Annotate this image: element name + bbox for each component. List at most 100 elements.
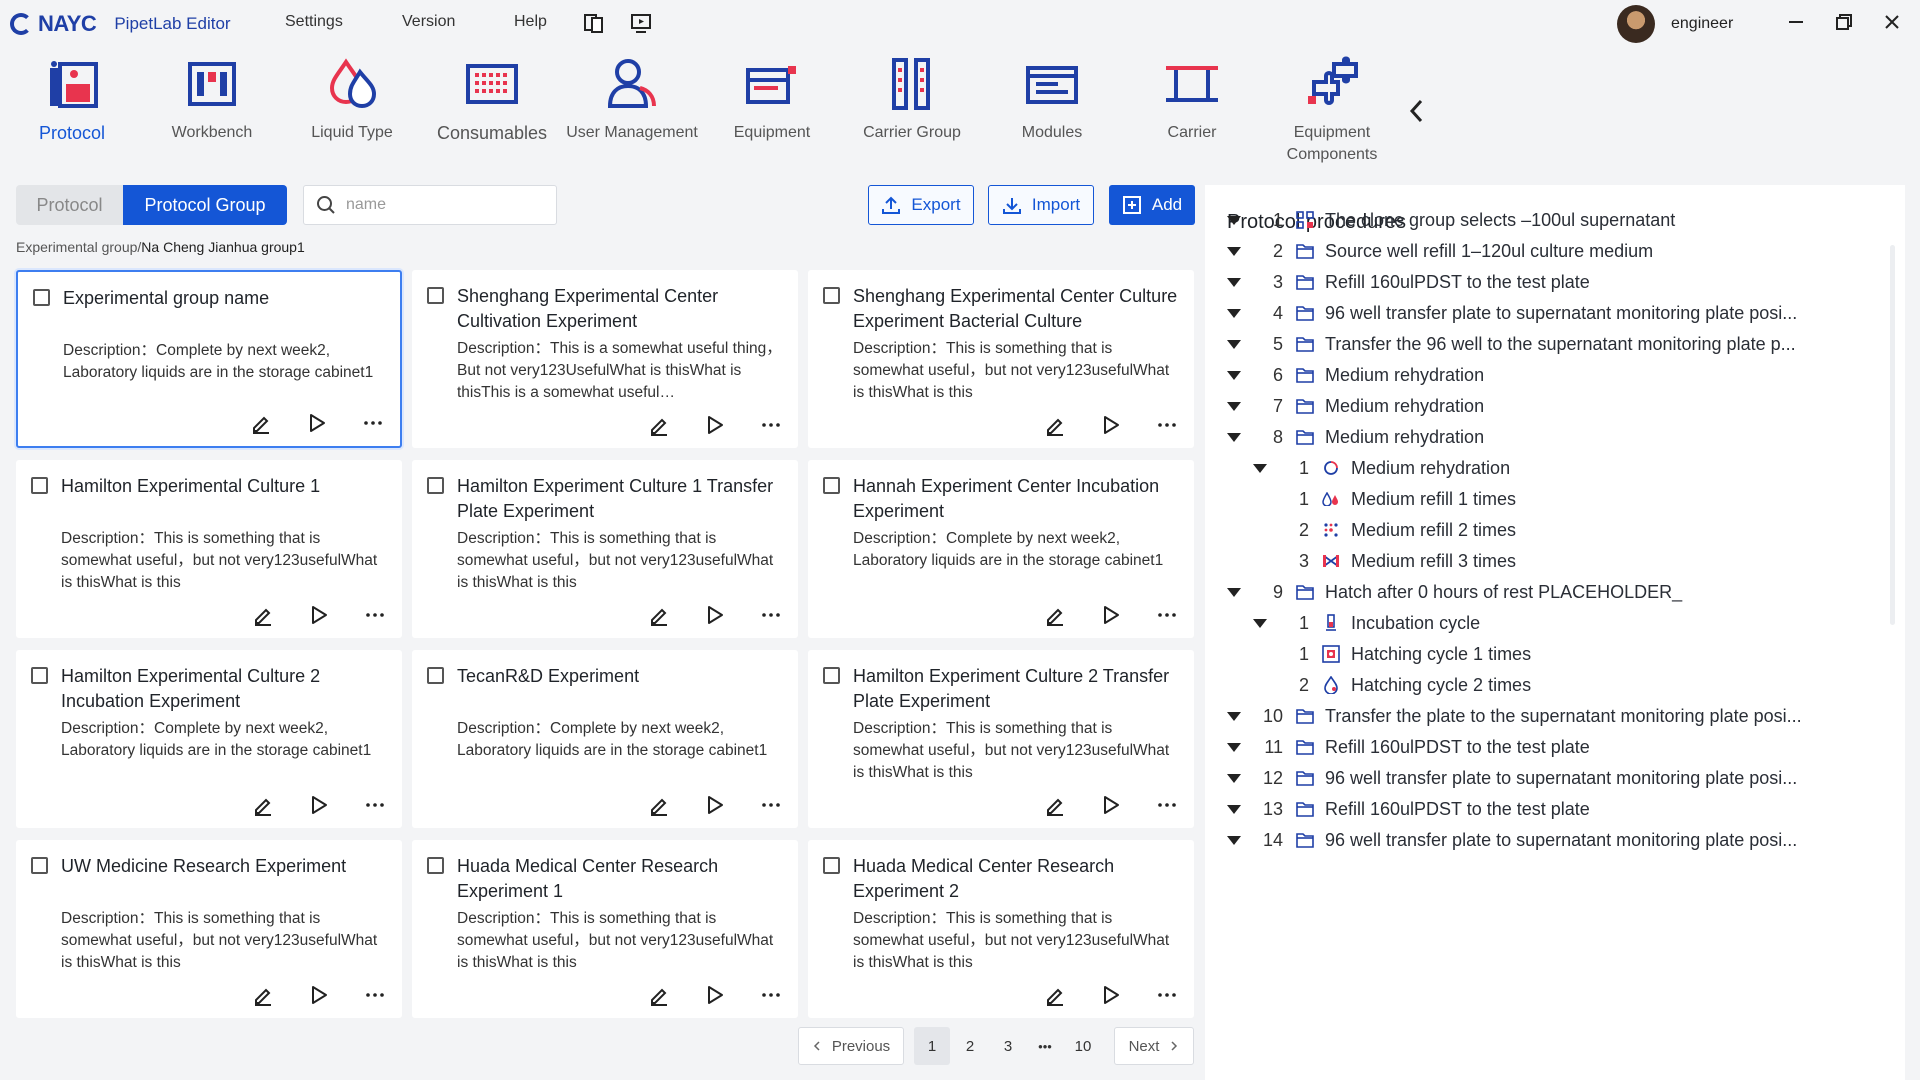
nav-carrier-group[interactable]: Carrier Group (842, 56, 982, 144)
nav-modules[interactable]: Modules (982, 56, 1122, 144)
edit-icon[interactable] (646, 602, 672, 628)
procedure-step-row[interactable]: 5 Transfer the 96 well to the supernatant… (1227, 329, 1796, 359)
import-button[interactable]: Import (988, 185, 1094, 225)
procedure-step-row[interactable]: 6 Medium rehydration (1227, 360, 1484, 390)
run-icon[interactable] (702, 602, 728, 628)
breadcrumb-parent[interactable]: Experimental group/ (16, 239, 141, 255)
expand-caret-icon[interactable] (1227, 370, 1241, 380)
procedure-step-row[interactable]: 1 Medium rehydration (1253, 453, 1510, 483)
card-checkbox[interactable] (427, 287, 444, 304)
more-icon[interactable] (758, 982, 784, 1008)
run-icon[interactable] (304, 410, 330, 436)
more-icon[interactable] (1154, 792, 1180, 818)
more-icon[interactable] (758, 792, 784, 818)
tab-protocol[interactable]: Protocol (16, 185, 123, 225)
expand-caret-icon[interactable] (1227, 246, 1241, 256)
export-button[interactable]: Export (868, 185, 974, 225)
edit-icon[interactable] (250, 982, 276, 1008)
edit-icon[interactable] (250, 602, 276, 628)
edit-icon[interactable] (1042, 412, 1068, 438)
run-icon[interactable] (702, 792, 728, 818)
card-checkbox[interactable] (823, 477, 840, 494)
nav-liquid-type[interactable]: Liquid Type (282, 56, 422, 144)
more-icon[interactable] (758, 602, 784, 628)
procedure-step-row[interactable]: 4 96 well transfer plate to supernatant m… (1227, 298, 1797, 328)
menu-version[interactable]: Version (402, 13, 455, 31)
protocol-group-card[interactable]: Hamilton Experimental Culture 1 Descripti… (16, 460, 402, 638)
expand-caret-icon[interactable] (1227, 215, 1241, 225)
procedure-step-row[interactable]: 1 Medium refill 1 times (1253, 484, 1516, 514)
more-icon[interactable] (1154, 412, 1180, 438)
run-icon[interactable] (702, 982, 728, 1008)
protocol-group-card[interactable]: Hamilton Experiment Culture 2 Transfer P… (808, 650, 1194, 828)
nav-equipment[interactable]: Equipment (702, 56, 842, 144)
card-checkbox[interactable] (33, 289, 50, 306)
page-3[interactable]: 3 (990, 1027, 1026, 1065)
expand-caret-icon[interactable] (1227, 339, 1241, 349)
close-icon[interactable] (1880, 10, 1904, 34)
page-2[interactable]: 2 (952, 1027, 988, 1065)
more-icon[interactable] (362, 792, 388, 818)
protocol-group-card[interactable]: Hamilton Experimental Culture 2 Incubati… (16, 650, 402, 828)
procedure-step-row[interactable]: 2 Medium refill 2 times (1253, 515, 1516, 545)
minimize-icon[interactable] (1784, 10, 1808, 34)
card-checkbox[interactable] (31, 477, 48, 494)
expand-caret-icon[interactable] (1227, 742, 1241, 752)
menu-help[interactable]: Help (514, 13, 547, 31)
edit-icon[interactable] (1042, 982, 1068, 1008)
protocol-group-card[interactable]: TecanR&D Experiment Description：Complete … (412, 650, 798, 828)
run-icon[interactable] (306, 602, 332, 628)
expand-caret-icon[interactable] (1227, 277, 1241, 287)
card-checkbox[interactable] (427, 857, 444, 874)
procedure-step-row[interactable]: 1 Incubation cycle (1253, 608, 1480, 638)
menu-settings[interactable]: Settings (285, 13, 343, 31)
nav-carrier[interactable]: Carrier (1122, 56, 1262, 144)
scrollbar[interactable] (1890, 245, 1895, 625)
expand-caret-icon[interactable] (1253, 463, 1267, 473)
procedure-step-row[interactable]: 3 Refill 160ulPDST to the test plate (1227, 267, 1590, 297)
nav-user-management[interactable]: User Management (562, 56, 702, 144)
collapse-chevron-left-icon[interactable] (1405, 96, 1429, 126)
card-checkbox[interactable] (31, 857, 48, 874)
nav-equipment-components[interactable]: Equipment Components (1262, 56, 1402, 166)
run-icon[interactable] (1098, 982, 1124, 1008)
protocol-group-card[interactable]: Shenghang Experimental Center Culture Ex… (808, 270, 1194, 448)
more-icon[interactable] (1154, 602, 1180, 628)
previous-page-button[interactable]: Previous (798, 1027, 904, 1065)
procedure-step-row[interactable]: 9 Hatch after 0 hours of rest PLACEHOLDER… (1227, 577, 1682, 607)
user-menu[interactable]: engineer (1617, 5, 1733, 43)
expand-caret-icon[interactable] (1253, 618, 1267, 628)
expand-caret-icon[interactable] (1227, 835, 1241, 845)
card-checkbox[interactable] (823, 857, 840, 874)
protocol-group-card[interactable]: Huada Medical Center Research Experiment… (412, 840, 798, 1018)
edit-icon[interactable] (250, 792, 276, 818)
procedure-step-row[interactable]: 7 Medium rehydration (1227, 391, 1484, 421)
procedure-step-row[interactable]: 8 Medium rehydration (1227, 422, 1484, 452)
expand-caret-icon[interactable] (1227, 308, 1241, 318)
card-checkbox[interactable] (31, 667, 48, 684)
nav-protocol[interactable]: Protocol (2, 56, 142, 144)
protocol-group-card[interactable]: Experimental group name Description：Compl… (16, 270, 402, 448)
run-icon[interactable] (702, 412, 728, 438)
edit-icon[interactable] (646, 982, 672, 1008)
page-ellipsis[interactable]: ••• (1027, 1027, 1063, 1065)
expand-caret-icon[interactable] (1227, 711, 1241, 721)
page-1[interactable]: 1 (914, 1027, 950, 1065)
nav-consumables[interactable]: Consumables (422, 56, 562, 144)
procedure-step-row[interactable]: 10 Transfer the plate to the supernatant … (1227, 701, 1802, 731)
procedure-step-row[interactable]: 2 Source well refill 1–120ul culture medi… (1227, 236, 1653, 266)
expand-caret-icon[interactable] (1227, 432, 1241, 442)
procedure-step-row[interactable]: 13 Refill 160ulPDST to the test plate (1227, 794, 1590, 824)
card-checkbox[interactable] (427, 477, 444, 494)
edit-icon[interactable] (1042, 792, 1068, 818)
copy-window-icon[interactable] (583, 12, 605, 34)
edit-icon[interactable] (646, 412, 672, 438)
procedure-step-row[interactable]: 1 Hatching cycle 1 times (1253, 639, 1531, 669)
run-icon[interactable] (1098, 602, 1124, 628)
procedure-step-row[interactable]: 3 Medium refill 3 times (1253, 546, 1516, 576)
nav-workbench[interactable]: Workbench (142, 56, 282, 144)
more-icon[interactable] (758, 412, 784, 438)
edit-icon[interactable] (1042, 602, 1068, 628)
monitor-icon[interactable] (630, 12, 652, 34)
tab-protocol-group[interactable]: Protocol Group (123, 185, 287, 225)
